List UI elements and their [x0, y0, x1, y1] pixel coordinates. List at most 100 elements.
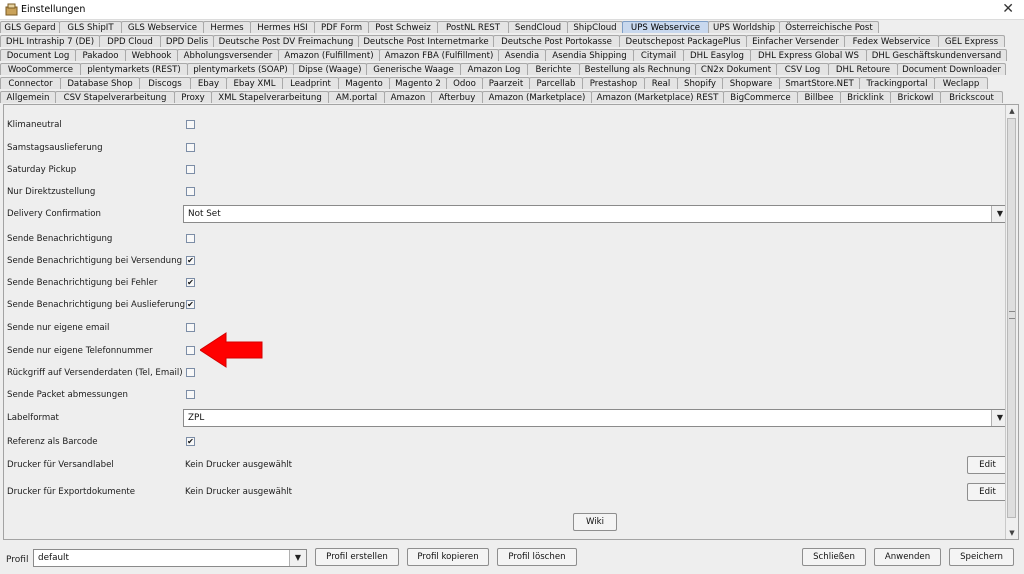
tab-amazon-marketplace[interactable]: Amazon (Marketplace) [482, 91, 592, 103]
setting-checkbox[interactable] [186, 368, 195, 377]
tab-gls-webservice[interactable]: GLS Webservice [121, 21, 204, 33]
tab-leadprint[interactable]: Leadprint [282, 77, 339, 89]
create-profile-button[interactable]: Profil erstellen [315, 548, 399, 566]
tab-magento[interactable]: Magento [338, 77, 390, 89]
setting-checkbox[interactable]: ✔ [186, 278, 195, 287]
tab-amazon-marketplace-rest[interactable]: Amazon (Marketplace) REST [591, 91, 724, 103]
tab-allgemein[interactable]: Allgemein [0, 91, 56, 103]
tab-deutsche-post-dv-freimachung[interactable]: Deutsche Post DV Freimachung [213, 35, 359, 47]
tab-ebay[interactable]: Ebay [190, 77, 227, 89]
tab-csv-stapelverarbeitung[interactable]: CSV Stapelverarbeitung [55, 91, 175, 103]
tab-hermes-hsi[interactable]: Hermes HSI [250, 21, 315, 33]
tab-dpd-cloud[interactable]: DPD Cloud [99, 35, 161, 47]
tab-afterbuy[interactable]: Afterbuy [431, 91, 483, 103]
tab-bricklink[interactable]: Bricklink [840, 91, 891, 103]
tab-amazon-fulfillment[interactable]: Amazon (Fulfillment) [278, 49, 380, 61]
tab-brickscout[interactable]: Brickscout [940, 91, 1003, 103]
tab-prestashop[interactable]: Prestashop [582, 77, 645, 89]
vertical-scrollbar[interactable]: ▲ ▼ [1005, 105, 1018, 539]
tab-amazon-fba-fulfillment[interactable]: Amazon FBA (Fulfillment) [379, 49, 499, 61]
wiki-button[interactable]: Wiki [573, 513, 617, 531]
tab-asendia-shipping[interactable]: Asendia Shipping [545, 49, 634, 61]
tab-am-portal[interactable]: AM.portal [328, 91, 385, 103]
setting-checkbox[interactable] [186, 390, 195, 399]
tab-amazon[interactable]: Amazon [384, 91, 432, 103]
tab-ebay-xml[interactable]: Ebay XML [226, 77, 283, 89]
setting-checkbox[interactable] [186, 165, 195, 174]
tab-gls-shipit[interactable]: GLS ShipIT [59, 21, 122, 33]
tab-generische-waage[interactable]: Generische Waage [366, 63, 461, 75]
setting-checkbox[interactable]: ✔ [186, 256, 195, 265]
tab-citymail[interactable]: Citymail [633, 49, 684, 61]
tab-abholungsversender[interactable]: Abholungsversender [177, 49, 279, 61]
tab-pdf-form[interactable]: PDF Form [314, 21, 369, 33]
tab-dhl-geschäftskundenversand[interactable]: DHL Geschäftskundenversand [866, 49, 1007, 61]
tab-deutsche-post-portokasse[interactable]: Deutsche Post Portokasse [493, 35, 620, 47]
tab-post-schweiz[interactable]: Post Schweiz [368, 21, 438, 33]
tab-österreichische-post[interactable]: Österreichische Post [779, 21, 879, 33]
tab-csv-log[interactable]: CSV Log [776, 63, 829, 75]
tab-paarzeit[interactable]: Paarzeit [482, 77, 530, 89]
tab-einfacher-versender[interactable]: Einfacher Versender [746, 35, 845, 47]
setting-select[interactable]: Not Set ▼ [183, 205, 1009, 223]
tab-shopify[interactable]: Shopify [677, 77, 723, 89]
tab-sendcloud[interactable]: SendCloud [508, 21, 568, 33]
tab-bestellung-als-rechnung[interactable]: Bestellung als Rechnung [579, 63, 696, 75]
tab-dipse-waage[interactable]: Dipse (Waage) [293, 63, 367, 75]
tab-hermes[interactable]: Hermes [203, 21, 251, 33]
tab-asendia[interactable]: Asendia [498, 49, 546, 61]
tab-bigcommerce[interactable]: BigCommerce [723, 91, 798, 103]
tab-smartstore-net[interactable]: SmartStore.NET [779, 77, 860, 89]
tab-plentymarkets-rest[interactable]: plentymarkets (REST) [80, 63, 188, 75]
scroll-down-icon[interactable]: ▼ [1007, 528, 1017, 538]
tab-database-shop[interactable]: Database Shop [60, 77, 140, 89]
tab-trackingportal[interactable]: Trackingportal [859, 77, 935, 89]
tab-dhl-retoure[interactable]: DHL Retoure [828, 63, 898, 75]
tab-dhl-intraship-7-de[interactable]: DHL Intraship 7 (DE) [0, 35, 100, 47]
tab-pakadoo[interactable]: Pakadoo [75, 49, 126, 61]
tab-real[interactable]: Real [644, 77, 678, 89]
tab-magento-2[interactable]: Magento 2 [389, 77, 447, 89]
tab-postnl-rest[interactable]: PostNL REST [437, 21, 509, 33]
setting-checkbox[interactable] [186, 234, 195, 243]
tab-gel-express[interactable]: GEL Express [938, 35, 1005, 47]
tab-proxy[interactable]: Proxy [174, 91, 212, 103]
tab-document-downloader[interactable]: Document Downloader [897, 63, 1006, 75]
tab-discogs[interactable]: Discogs [139, 77, 191, 89]
tab-amazon-log[interactable]: Amazon Log [460, 63, 528, 75]
save-button[interactable]: Speichern [949, 548, 1014, 566]
edit-printer-button[interactable]: Edit [967, 456, 1008, 474]
apply-button[interactable]: Anwenden [874, 548, 941, 566]
tab-dhl-express-global-ws[interactable]: DHL Express Global WS [750, 49, 867, 61]
tab-odoo[interactable]: Odoo [446, 77, 483, 89]
tab-berichte[interactable]: Berichte [527, 63, 580, 75]
setting-checkbox[interactable] [186, 187, 195, 196]
tab-parcellab[interactable]: Parcellab [529, 77, 583, 89]
setting-checkbox[interactable] [186, 143, 195, 152]
tab-weclapp[interactable]: Weclapp [934, 77, 988, 89]
tab-brickowl[interactable]: Brickowl [890, 91, 941, 103]
profile-select[interactable]: default ▼ [33, 549, 307, 567]
tab-shipcloud[interactable]: ShipCloud [567, 21, 623, 33]
setting-select[interactable]: ZPL ▼ [183, 409, 1009, 427]
tab-cn2x-dokument[interactable]: CN2x Dokument [695, 63, 777, 75]
scroll-up-icon[interactable]: ▲ [1007, 106, 1017, 116]
setting-checkbox[interactable] [186, 346, 195, 355]
tab-plentymarkets-soap[interactable]: plentymarkets (SOAP) [187, 63, 294, 75]
setting-checkbox[interactable] [186, 323, 195, 332]
tab-dhl-easylog[interactable]: DHL Easylog [683, 49, 751, 61]
tab-xml-stapelverarbeitung[interactable]: XML Stapelverarbeitung [211, 91, 329, 103]
tab-woocommerce[interactable]: WooCommerce [0, 63, 81, 75]
setting-checkbox[interactable]: ✔ [186, 437, 195, 446]
copy-profile-button[interactable]: Profil kopieren [407, 548, 489, 566]
close-button[interactable]: Schließen [802, 548, 866, 566]
tab-dpd-delis[interactable]: DPD Delis [160, 35, 214, 47]
tab-deutschepost-packageplus[interactable]: Deutschepost PackagePlus [619, 35, 747, 47]
setting-checkbox[interactable] [186, 120, 195, 129]
tab-document-log[interactable]: Document Log [0, 49, 76, 61]
tab-ups-webservice[interactable]: UPS Webservice [622, 21, 709, 33]
tab-billbee[interactable]: Billbee [797, 91, 841, 103]
tab-gls-gepard[interactable]: GLS Gepard [0, 21, 60, 33]
scrollbar-thumb[interactable] [1007, 118, 1016, 518]
edit-printer-button[interactable]: Edit [967, 483, 1008, 501]
